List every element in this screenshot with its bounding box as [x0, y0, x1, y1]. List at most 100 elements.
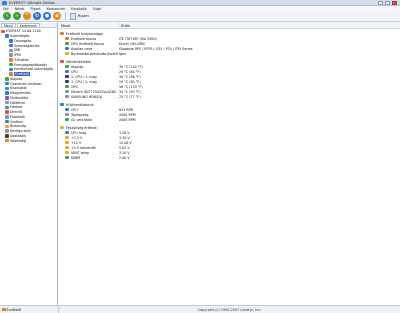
sensor-value: Igen [119, 51, 127, 56]
tree-item-label: Érzékelő [14, 72, 30, 77]
chart-icon[interactable]: ▪ [53, 12, 61, 20]
maximize-button[interactable] [385, 1, 390, 5]
sensor-icon [65, 107, 69, 112]
sensor-field: 1. CPU / 2. mag [71, 79, 97, 84]
group-title: Hőmérsékletek [66, 59, 91, 64]
tree-item-label: Eszközök [10, 114, 25, 119]
sensor-field: Alaplap [71, 64, 84, 69]
sensor-icon [65, 51, 69, 56]
sensor-value: 25 °C (77 °F) [119, 94, 141, 99]
up-icon[interactable]: ^ [23, 12, 31, 20]
tree-item-label: Megjelenítés [10, 91, 31, 96]
sensor-icon [65, 89, 69, 94]
sensor-value: 29 °C (84 °F) [119, 79, 141, 84]
tree-item-icon [5, 134, 9, 138]
tree-item-label: Háttértár [10, 100, 26, 105]
report-label: Riport [78, 14, 89, 18]
toolbar: ‹ › ^ ↻ ● ▪ Riport [0, 11, 400, 22]
sensor-icon [65, 112, 69, 117]
tree-item-icon [5, 119, 9, 124]
status-left: Érzékelő [0, 306, 59, 313]
tree-item-icon [5, 77, 9, 81]
sensor-field: CPU [71, 69, 78, 74]
menu-help[interactable]: Súgó [93, 7, 102, 11]
sensor-value: Driver (NV-DRV) [119, 41, 146, 46]
group-title: Hűtőventilátorok [66, 102, 94, 107]
report-icon [70, 12, 76, 20]
tree-item-label: Kiszolgáló [10, 86, 27, 91]
sensor-icon [65, 64, 69, 69]
sensor-field: GPU [71, 84, 78, 89]
toolbar-separator [65, 12, 66, 20]
sensor-value: 2063 RPM [119, 117, 136, 122]
tree-item-label: Sebesség [10, 138, 26, 143]
sensor-field: +12 V [71, 140, 82, 145]
tree-item-label: Multimédia [10, 95, 29, 100]
report-button[interactable]: Riport [70, 12, 89, 20]
sensor-icon [65, 117, 69, 122]
sensor-field: GPU érzékelő típusa [71, 41, 105, 46]
minimize-button[interactable] [378, 1, 383, 5]
sensor-value: 12.08 V [119, 140, 132, 145]
sensor-icon [65, 94, 69, 99]
tree-item-label: Adatbázis [10, 133, 27, 138]
sensor-row[interactable]: GL ventilátor 2063 RPM [59, 117, 400, 122]
group-title: Érzékelő tulajdonságai [66, 31, 104, 36]
tree-item-icon [9, 53, 13, 57]
menu-report[interactable]: Riport [30, 7, 40, 11]
user-icon[interactable]: ● [43, 12, 51, 20]
tree-item-icon [5, 138, 9, 143]
sensor-icon [65, 145, 69, 150]
sensor-icon [65, 79, 69, 84]
close-button[interactable] [392, 1, 397, 5]
sensor-value: 5.02 V [119, 145, 130, 150]
tree-item-label: Szoftver [10, 119, 24, 124]
group-title: Feszültség értékek [66, 125, 97, 130]
refresh-icon[interactable]: ↻ [33, 12, 41, 20]
sensor-value: 56 °C (133 °F) [119, 84, 143, 89]
sensor-icon [65, 74, 69, 79]
tree-item-icon [5, 96, 9, 100]
sensor-field: Tápegység [71, 112, 89, 117]
tree-item-icon [9, 39, 13, 43]
tree-item-icon [5, 129, 9, 133]
tree-item-label: Konfiguráció [10, 129, 31, 134]
sensor-icon [65, 135, 69, 140]
sensor-icon [65, 46, 69, 51]
forward-icon[interactable]: › [13, 12, 21, 20]
back-icon[interactable]: ‹ [3, 12, 11, 20]
navigation-panel: Menü Kedvencek EVEREST v4.00.1100 Számító… [0, 22, 58, 305]
sensor-row[interactable]: Burkolatba-behatolás észlelt Igen [59, 51, 400, 56]
sensor-icon [65, 150, 69, 155]
sensor-icon [65, 84, 69, 89]
sensor-value: 30 °C (102 °F) [119, 64, 143, 69]
tree-item-label: Hordozható számítógép [14, 67, 54, 72]
tree-item-icon [5, 86, 9, 91]
sensor-value: 2000 RPM [119, 112, 136, 117]
sensor-row[interactable]: DIMM 2.00 V [59, 155, 400, 160]
sensor-icon [65, 36, 69, 41]
tree-item-label: Számítógép [10, 34, 30, 39]
sensor-field: Burkolatba-behatolás észlelt [71, 51, 118, 56]
sensor-row[interactable]: SAMSUNG HD642JJ 25 °C (77 °F) [59, 94, 400, 99]
column-field[interactable]: Mező [59, 22, 119, 28]
tree-item-label: Energiagazdálkodás [14, 62, 48, 67]
sensor-value: 34 °C (93 °F) [119, 89, 141, 94]
menu-tools[interactable]: Eszközök [71, 7, 86, 11]
column-value[interactable]: Érték [119, 22, 400, 28]
tab-favorites[interactable]: Kedvencek [16, 23, 41, 28]
tree-item[interactable]: Sebesség [0, 138, 57, 143]
tree-item-icon [5, 100, 9, 105]
sensor-icon [65, 155, 69, 160]
tree-item-label: Operációs rendszer [10, 81, 42, 86]
tab-menu[interactable]: Menü [1, 23, 16, 28]
tree-item-label: EVEREST v4.00.1100 [6, 29, 41, 34]
sensor-list: Érzékelő tulajdonságai Érzékelő típusa ITE… [59, 29, 400, 160]
menu-file[interactable]: Fájl [3, 7, 9, 11]
menu-favorites[interactable]: Kedvencek [47, 7, 65, 11]
tree-item-icon [9, 48, 13, 53]
sensor-icon [65, 140, 69, 145]
navigation-tree: EVEREST v4.00.1100 Számítógép Összegzés Szá… [0, 28, 57, 143]
window-title: EVEREST Ultimate Edition [9, 0, 56, 5]
menu-view[interactable]: Nézet [15, 7, 25, 11]
